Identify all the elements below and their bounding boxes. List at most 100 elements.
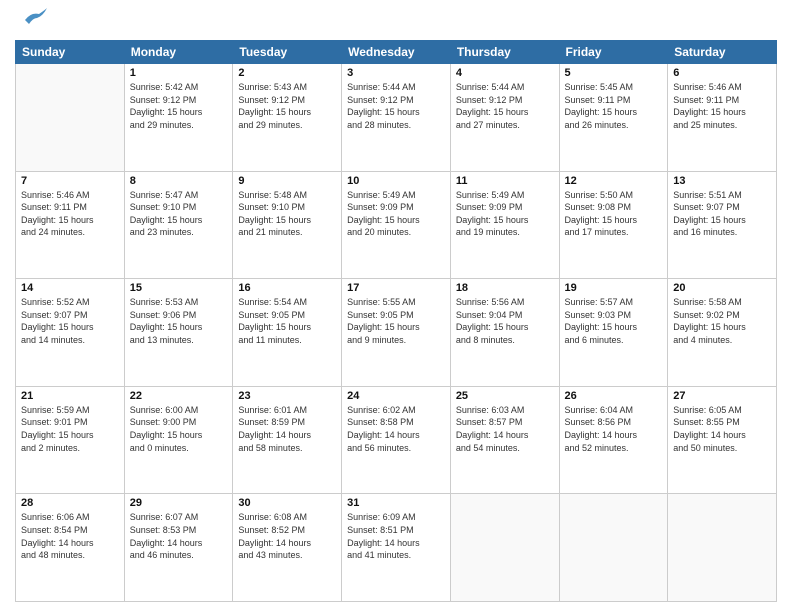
day-number: 15 — [130, 282, 228, 294]
col-friday: Friday — [559, 41, 668, 64]
day-info: Sunrise: 5:54 AM Sunset: 9:05 PM Dayligh… — [238, 296, 336, 346]
logo — [15, 14, 49, 34]
header — [15, 10, 777, 34]
table-row: 17 Sunrise: 5:55 AM Sunset: 9:05 PM Dayli… — [342, 279, 451, 387]
day-info: Sunrise: 5:52 AM Sunset: 9:07 PM Dayligh… — [21, 296, 119, 346]
day-number: 1 — [130, 67, 228, 79]
day-info: Sunrise: 5:49 AM Sunset: 9:09 PM Dayligh… — [456, 189, 554, 239]
table-row: 6 Sunrise: 5:46 AM Sunset: 9:11 PM Daylig… — [668, 64, 777, 172]
table-row: 8Sunrise: 5:47 AM Sunset: 9:10 PM Daylig… — [124, 171, 233, 279]
table-row: 23 Sunrise: 6:01 AM Sunset: 8:59 PM Dayli… — [233, 386, 342, 494]
table-row: 24 Sunrise: 6:02 AM Sunset: 8:58 PM Dayli… — [342, 386, 451, 494]
day-number: 27 — [673, 390, 771, 402]
table-row: 21 Sunrise: 5:59 AM Sunset: 9:01 PM Dayli… — [16, 386, 125, 494]
table-row: 4 Sunrise: 5:44 AM Sunset: 9:12 PM Daylig… — [450, 64, 559, 172]
day-info: Sunrise: 6:02 AM Sunset: 8:58 PM Dayligh… — [347, 404, 445, 454]
day-number: 24 — [347, 390, 445, 402]
table-row: 12Sunrise: 5:50 AM Sunset: 9:08 PM Dayli… — [559, 171, 668, 279]
col-saturday: Saturday — [668, 41, 777, 64]
table-row: 16 Sunrise: 5:54 AM Sunset: 9:05 PM Dayli… — [233, 279, 342, 387]
day-number: 30 — [238, 497, 336, 509]
table-row: 29Sunrise: 6:07 AM Sunset: 8:53 PM Dayli… — [124, 494, 233, 602]
day-info: Sunrise: 5:44 AM Sunset: 9:12 PM Dayligh… — [347, 81, 445, 131]
day-info: Sunrise: 5:45 AM Sunset: 9:11 PM Dayligh… — [565, 81, 663, 131]
day-info: Sunrise: 5:48 AM Sunset: 9:10 PM Dayligh… — [238, 189, 336, 239]
table-row: 10Sunrise: 5:49 AM Sunset: 9:09 PM Dayli… — [342, 171, 451, 279]
table-row: 20 Sunrise: 5:58 AM Sunset: 9:02 PM Dayli… — [668, 279, 777, 387]
day-info: Sunrise: 5:46 AM Sunset: 9:11 PM Dayligh… — [21, 189, 119, 239]
table-row: 27 Sunrise: 6:05 AM Sunset: 8:55 PM Dayli… — [668, 386, 777, 494]
day-number: 20 — [673, 282, 771, 294]
table-row: 18Sunrise: 5:56 AM Sunset: 9:04 PM Dayli… — [450, 279, 559, 387]
calendar-table: Sunday Monday Tuesday Wednesday Thursday… — [15, 40, 777, 602]
day-info: Sunrise: 5:46 AM Sunset: 9:11 PM Dayligh… — [673, 81, 771, 131]
table-row: 15 Sunrise: 5:53 AM Sunset: 9:06 PM Dayli… — [124, 279, 233, 387]
table-row: 19 Sunrise: 5:57 AM Sunset: 9:03 PM Dayli… — [559, 279, 668, 387]
day-info: Sunrise: 6:03 AM Sunset: 8:57 PM Dayligh… — [456, 404, 554, 454]
day-info: Sunrise: 5:50 AM Sunset: 9:08 PM Dayligh… — [565, 189, 663, 239]
day-number: 8 — [130, 175, 228, 187]
day-number: 14 — [21, 282, 119, 294]
day-number: 23 — [238, 390, 336, 402]
day-info: Sunrise: 5:55 AM Sunset: 9:05 PM Dayligh… — [347, 296, 445, 346]
day-info: Sunrise: 6:05 AM Sunset: 8:55 PM Dayligh… — [673, 404, 771, 454]
day-number: 25 — [456, 390, 554, 402]
day-info: Sunrise: 6:08 AM Sunset: 8:52 PM Dayligh… — [238, 511, 336, 561]
day-number: 28 — [21, 497, 119, 509]
day-number: 29 — [130, 497, 228, 509]
day-number: 3 — [347, 67, 445, 79]
table-row — [559, 494, 668, 602]
day-number: 4 — [456, 67, 554, 79]
day-number: 2 — [238, 67, 336, 79]
calendar-week-row: 21 Sunrise: 5:59 AM Sunset: 9:01 PM Dayli… — [16, 386, 777, 494]
col-thursday: Thursday — [450, 41, 559, 64]
day-info: Sunrise: 5:51 AM Sunset: 9:07 PM Dayligh… — [673, 189, 771, 239]
day-number: 22 — [130, 390, 228, 402]
day-number: 7 — [21, 175, 119, 187]
table-row: 25 Sunrise: 6:03 AM Sunset: 8:57 PM Dayli… — [450, 386, 559, 494]
table-row: 5Sunrise: 5:45 AM Sunset: 9:11 PM Daylig… — [559, 64, 668, 172]
calendar-week-row: 1 Sunrise: 5:42 AM Sunset: 9:12 PM Daylig… — [16, 64, 777, 172]
calendar-week-row: 28 Sunrise: 6:06 AM Sunset: 8:54 PM Dayli… — [16, 494, 777, 602]
day-info: Sunrise: 6:01 AM Sunset: 8:59 PM Dayligh… — [238, 404, 336, 454]
table-row: 3 Sunrise: 5:44 AM Sunset: 9:12 PM Daylig… — [342, 64, 451, 172]
day-info: Sunrise: 5:53 AM Sunset: 9:06 PM Dayligh… — [130, 296, 228, 346]
day-info: Sunrise: 6:06 AM Sunset: 8:54 PM Dayligh… — [21, 511, 119, 561]
table-row: 13 Sunrise: 5:51 AM Sunset: 9:07 PM Dayli… — [668, 171, 777, 279]
table-row: 30 Sunrise: 6:08 AM Sunset: 8:52 PM Dayli… — [233, 494, 342, 602]
day-info: Sunrise: 5:42 AM Sunset: 9:12 PM Dayligh… — [130, 81, 228, 131]
day-number: 13 — [673, 175, 771, 187]
calendar-week-row: 14 Sunrise: 5:52 AM Sunset: 9:07 PM Dayli… — [16, 279, 777, 387]
col-tuesday: Tuesday — [233, 41, 342, 64]
day-number: 31 — [347, 497, 445, 509]
day-info: Sunrise: 6:09 AM Sunset: 8:51 PM Dayligh… — [347, 511, 445, 561]
page: Sunday Monday Tuesday Wednesday Thursday… — [0, 0, 792, 612]
table-row: 11 Sunrise: 5:49 AM Sunset: 9:09 PM Dayli… — [450, 171, 559, 279]
day-number: 21 — [21, 390, 119, 402]
table-row: 1 Sunrise: 5:42 AM Sunset: 9:12 PM Daylig… — [124, 64, 233, 172]
calendar-week-row: 7 Sunrise: 5:46 AM Sunset: 9:11 PM Daylig… — [16, 171, 777, 279]
day-info: Sunrise: 5:56 AM Sunset: 9:04 PM Dayligh… — [456, 296, 554, 346]
day-number: 16 — [238, 282, 336, 294]
day-number: 10 — [347, 175, 445, 187]
table-row: 7 Sunrise: 5:46 AM Sunset: 9:11 PM Daylig… — [16, 171, 125, 279]
logo-bird-icon — [17, 6, 49, 34]
col-monday: Monday — [124, 41, 233, 64]
table-row — [16, 64, 125, 172]
day-info: Sunrise: 5:44 AM Sunset: 9:12 PM Dayligh… — [456, 81, 554, 131]
day-info: Sunrise: 5:59 AM Sunset: 9:01 PM Dayligh… — [21, 404, 119, 454]
day-info: Sunrise: 5:58 AM Sunset: 9:02 PM Dayligh… — [673, 296, 771, 346]
day-info: Sunrise: 6:04 AM Sunset: 8:56 PM Dayligh… — [565, 404, 663, 454]
day-number: 6 — [673, 67, 771, 79]
day-info: Sunrise: 5:57 AM Sunset: 9:03 PM Dayligh… — [565, 296, 663, 346]
day-number: 19 — [565, 282, 663, 294]
day-number: 26 — [565, 390, 663, 402]
table-row: 14 Sunrise: 5:52 AM Sunset: 9:07 PM Dayli… — [16, 279, 125, 387]
day-number: 9 — [238, 175, 336, 187]
table-row: 22Sunrise: 6:00 AM Sunset: 9:00 PM Dayli… — [124, 386, 233, 494]
table-row: 2Sunrise: 5:43 AM Sunset: 9:12 PM Daylig… — [233, 64, 342, 172]
day-number: 17 — [347, 282, 445, 294]
table-row: 26 Sunrise: 6:04 AM Sunset: 8:56 PM Dayli… — [559, 386, 668, 494]
day-number: 11 — [456, 175, 554, 187]
col-sunday: Sunday — [16, 41, 125, 64]
